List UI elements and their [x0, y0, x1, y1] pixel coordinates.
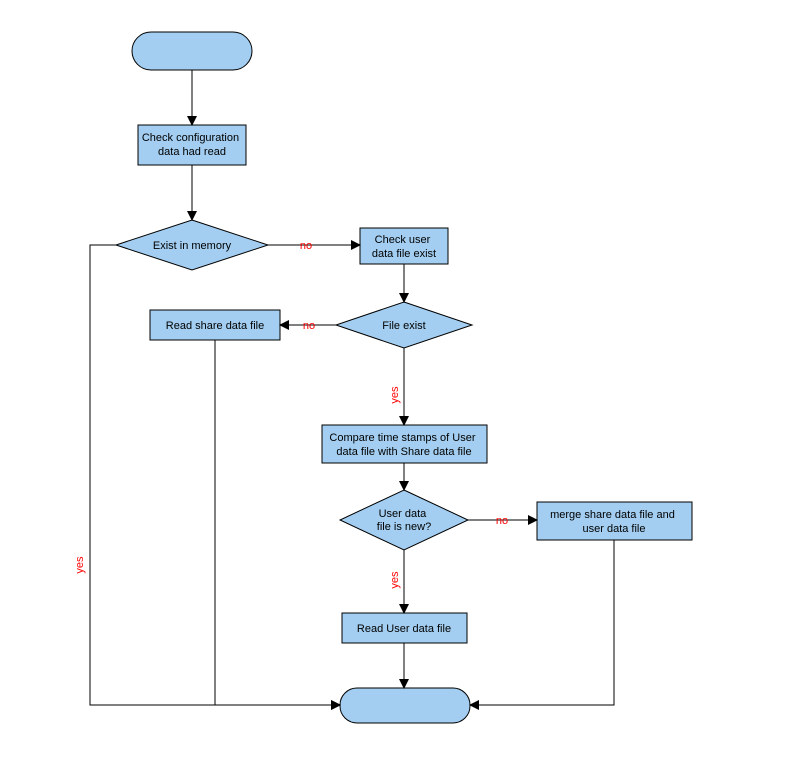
start-terminal	[132, 32, 252, 70]
user-new-text: User data file is new?	[377, 508, 431, 533]
exist-mem-text: Exist in memory	[153, 240, 232, 252]
flowchart-canvas: Check configuration data had read Exist …	[0, 0, 794, 783]
fileexist-yes-label: yes	[389, 386, 401, 404]
read-share-text: Read share data file	[166, 320, 264, 332]
end-terminal	[340, 688, 470, 723]
edge-readshare-end	[215, 340, 340, 705]
edge-merge-end	[470, 540, 614, 705]
check-config-box	[138, 125, 246, 165]
user-new-diamond	[340, 490, 468, 550]
fileexist-no-label: no	[303, 320, 315, 332]
existmem-no-label: no	[300, 240, 312, 252]
file-exist-text: File exist	[382, 320, 425, 332]
read-user-text: Read User data file	[357, 623, 451, 635]
usernew-yes-label: yes	[389, 571, 401, 589]
existmem-yes-label: yes	[74, 556, 86, 574]
usernew-no-label: no	[496, 515, 508, 527]
